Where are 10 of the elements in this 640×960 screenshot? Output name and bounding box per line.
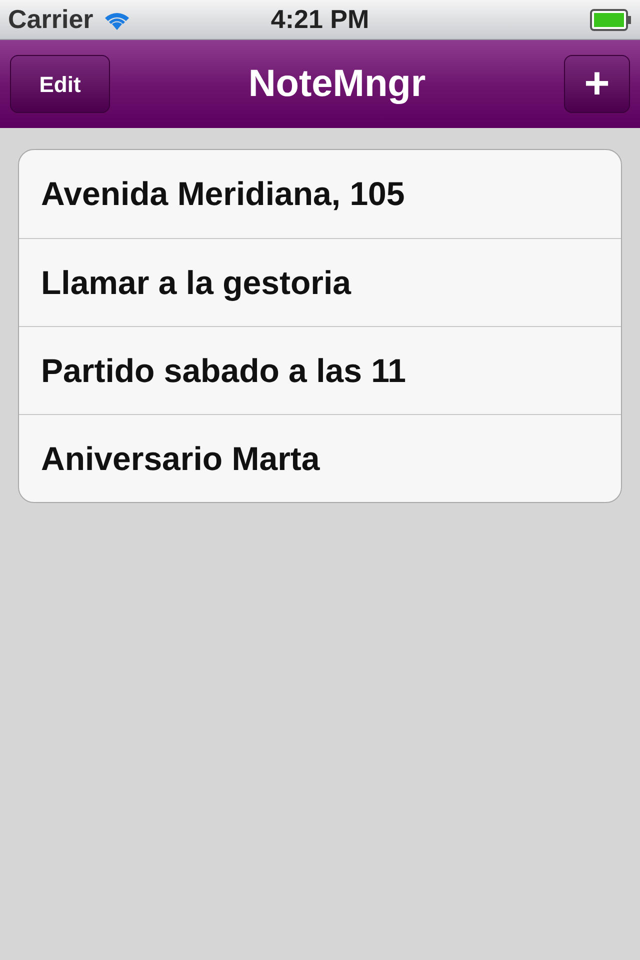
note-row[interactable]: Partido sabado a las 11 xyxy=(19,326,621,414)
screen-title: NoteMngr xyxy=(248,62,426,106)
carrier-label: Carrier xyxy=(8,3,94,36)
battery-icon xyxy=(590,8,632,30)
note-row[interactable]: Avenida Meridiana, 105 xyxy=(19,150,621,238)
edit-button[interactable]: Edit xyxy=(10,55,110,113)
time-label: 4:21 PM xyxy=(270,3,370,36)
note-row[interactable]: Aniversario Marta xyxy=(19,414,621,502)
note-row[interactable]: Llamar a la gestoria xyxy=(19,238,621,326)
add-button[interactable]: + xyxy=(564,55,630,113)
